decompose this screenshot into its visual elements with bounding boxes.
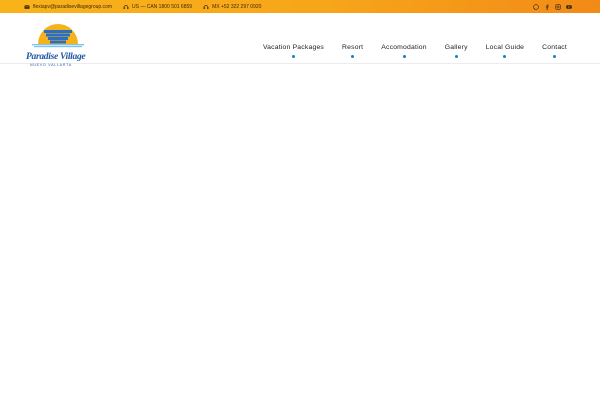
main-nav: Vacation Packages Resort Accomodation Ga…: [262, 44, 567, 58]
nav-label: Gallery: [444, 44, 468, 51]
facebook-icon[interactable]: [544, 4, 550, 10]
nav-label: Resort: [342, 44, 364, 51]
nav-dot: [553, 55, 557, 58]
nav-accomodation[interactable]: Accomodation: [381, 44, 427, 58]
phone-mx-text: MX +52 322 297 0920: [212, 3, 262, 10]
nav-gallery[interactable]: Gallery: [444, 44, 468, 58]
nav-label: Local Guide: [485, 44, 525, 51]
instagram-icon[interactable]: [555, 3, 561, 10]
top-bar: flexiapv@paradisevillagegroup.com US — C…: [0, 0, 600, 13]
nav-label: Accomodation: [381, 44, 427, 51]
email-link[interactable]: flexiapv@paradisevillagegroup.com: [24, 4, 112, 10]
headset-icon: [203, 4, 209, 10]
mail-icon: [24, 4, 30, 10]
logo-subtitle: NUEVO VALLARTA: [30, 63, 72, 67]
page-content: [0, 64, 600, 400]
youtube-icon[interactable]: [566, 4, 572, 10]
nav-dot: [402, 55, 406, 58]
nav-dot: [454, 55, 458, 58]
social-links: [533, 0, 572, 13]
nav-vacation-packages[interactable]: Vacation Packages: [262, 44, 325, 58]
nav-resort[interactable]: Resort: [342, 44, 364, 58]
phone-us-link[interactable]: US — CAN 1800 501 6859: [123, 4, 192, 10]
nav-local-guide[interactable]: Local Guide: [485, 44, 525, 58]
logo-text: Paradise Village: [26, 52, 86, 62]
phone-us-text: US — CAN 1800 501 6859: [132, 3, 193, 10]
site-header: Paradise Village NUEVO VALLARTA Vacation…: [0, 13, 600, 67]
nav-dot: [351, 55, 355, 58]
nav-label: Vacation Packages: [262, 44, 325, 51]
email-text: flexiapv@paradisevillagegroup.com: [33, 3, 113, 10]
phone-mx-link[interactable]: MX +52 322 297 0920: [203, 4, 261, 10]
whatsapp-icon[interactable]: [533, 3, 539, 10]
nav-label: Contact: [542, 44, 567, 51]
nav-dot: [291, 55, 295, 58]
nav-dot: [503, 55, 507, 58]
nav-contact[interactable]: Contact: [542, 44, 567, 58]
headset-icon: [123, 4, 129, 10]
contact-info: flexiapv@paradisevillagegroup.com US — C…: [24, 0, 261, 13]
